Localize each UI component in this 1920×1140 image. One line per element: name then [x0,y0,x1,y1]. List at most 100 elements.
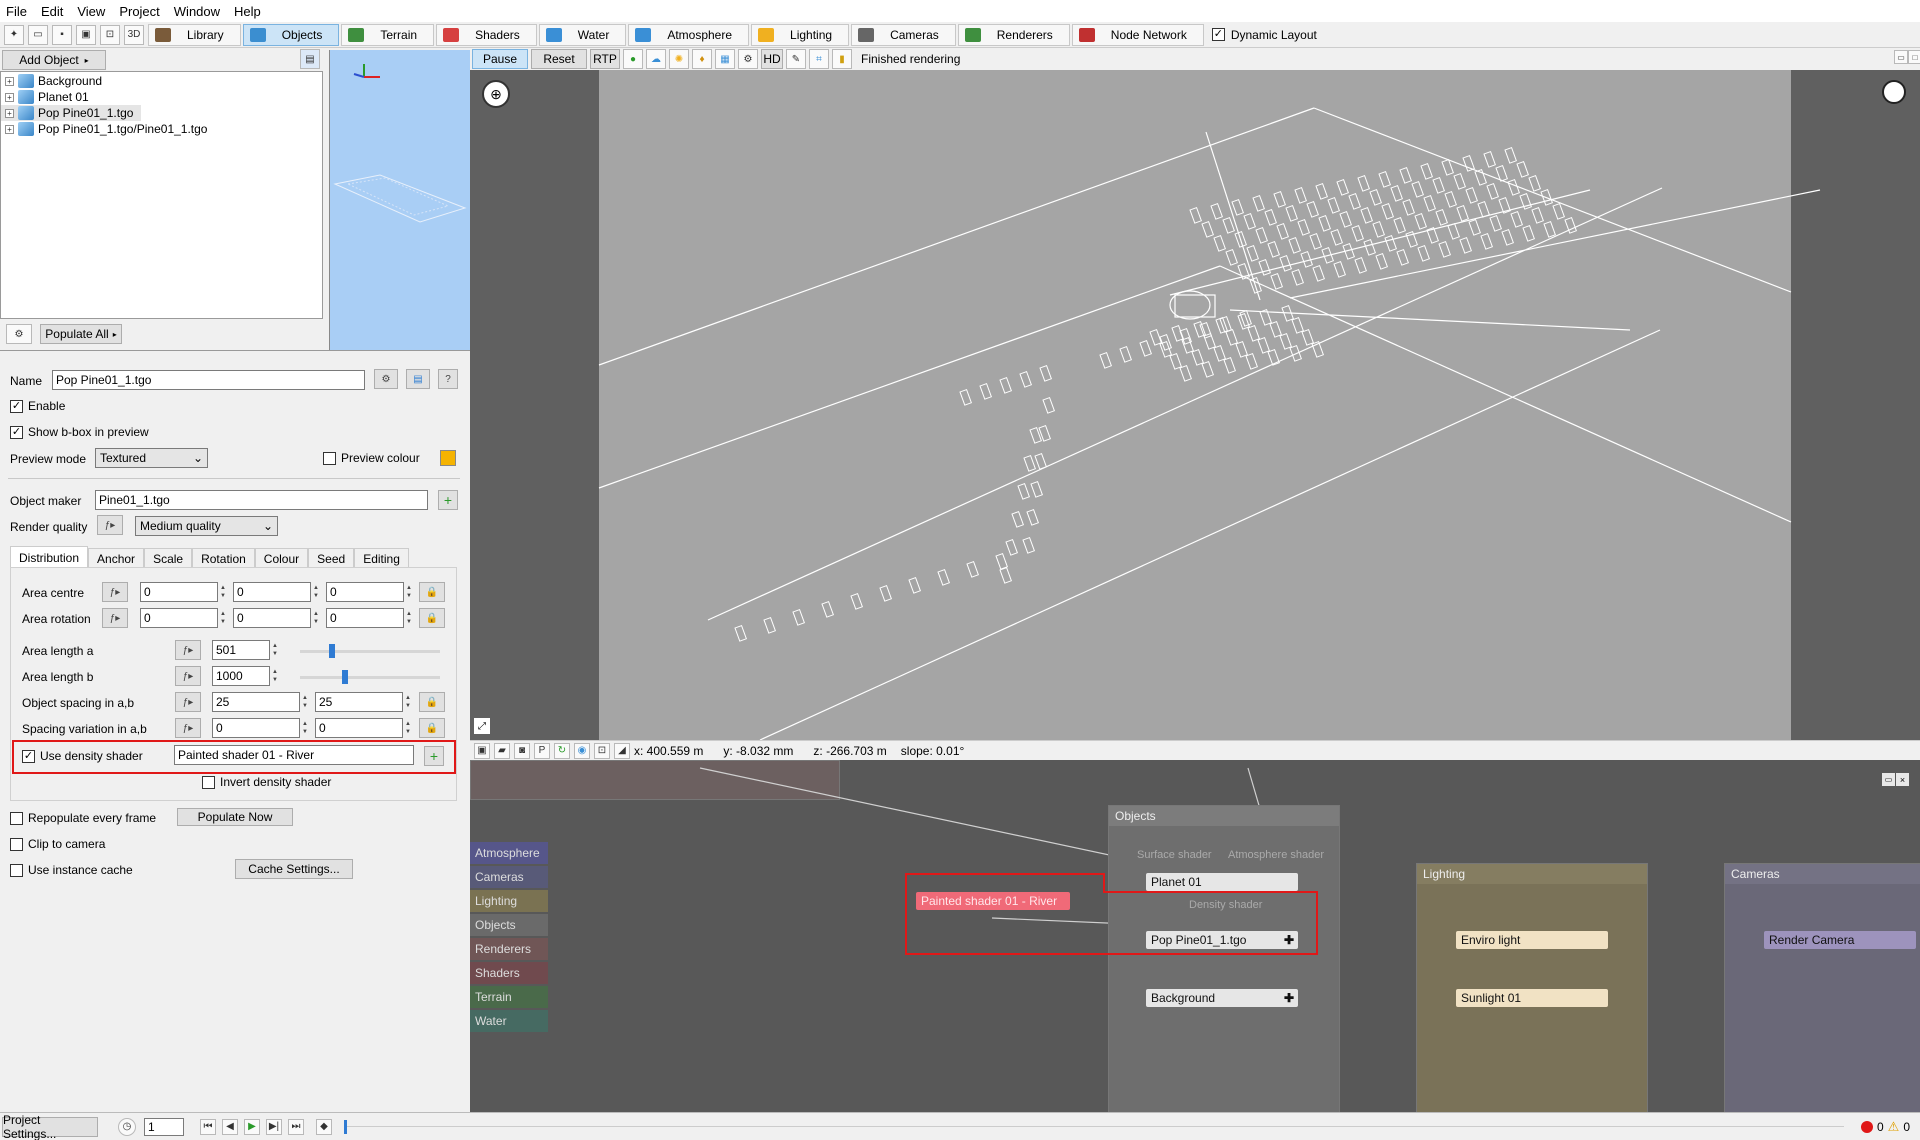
render-3d-icon[interactable]: 3D [124,24,144,45]
node-category-water[interactable]: Water [470,1010,548,1032]
tab-rotation[interactable]: Rotation [192,548,255,568]
function-icon[interactable]: ƒ▸ [102,582,128,602]
reset-button[interactable]: Reset [531,49,587,69]
save-project-icon[interactable]: ▪ [52,24,72,45]
mini-3d-preview[interactable] [329,50,470,350]
next-frame-icon[interactable]: ▶| [266,1118,282,1135]
pause-button[interactable]: Pause [472,49,528,69]
toolbar-tab-cameras[interactable]: Cameras [851,23,956,46]
new-project-icon[interactable]: ✦ [4,24,24,45]
lock-icon[interactable]: 🔒 [419,718,445,738]
area-length-a-slider[interactable] [300,650,440,653]
expand-icon[interactable]: ✚ [1284,991,1294,1005]
preview-colour-checkbox[interactable] [323,451,336,465]
function-icon[interactable]: ƒ▸ [102,608,128,628]
menu-edit[interactable]: Edit [41,4,63,19]
sun-gizmo-icon[interactable] [1882,80,1906,104]
node-category-renderers[interactable]: Renderers [470,938,548,960]
water-preview-icon[interactable]: ▦ [715,49,735,69]
dynamic-layout-checkbox[interactable]: ✓ [1211,28,1225,41]
function-icon[interactable]: ƒ▸ [175,640,201,660]
crop-icon[interactable]: ⌗ [809,49,829,69]
atmosphere-preview-icon[interactable]: ☁ [646,49,666,69]
invert-density-shader-checkbox[interactable] [202,775,215,789]
tree-item[interactable]: + Planet 01 [1,89,322,105]
area-rotation-z-field[interactable]: 0 [326,608,404,628]
cameras-group[interactable]: Cameras [1724,863,1920,1112]
area-length-a-slider-thumb[interactable] [329,644,335,658]
sunlight-node[interactable]: Sunlight 01 [1456,989,1608,1007]
panel-icon[interactable]: ▤ [406,369,430,389]
enviro-light-node[interactable]: Enviro light [1456,931,1608,949]
toolbar-tab-terrain[interactable]: Terrain [341,23,435,46]
spinner-icon[interactable]: ▲ ▼ [311,582,321,602]
spinner-icon[interactable]: ▲ ▼ [404,608,414,628]
toolbar-tab-shaders[interactable]: Shaders [436,23,537,46]
3d-viewport[interactable]: ⊕ ⤢ [470,70,1920,740]
node-category-objects[interactable]: Objects [470,914,548,936]
tab-seed[interactable]: Seed [308,548,355,568]
snapshot-icon[interactable]: ▣ [76,24,96,45]
area-length-b-field[interactable]: 1000 [212,666,270,686]
project-settings-button[interactable]: Project Settings... [2,1113,98,1140]
density-shader-field[interactable]: Painted shader 01 - River [174,745,414,765]
spinner-icon[interactable]: ▲ ▼ [270,666,280,686]
eye-icon[interactable]: ◉ [574,742,590,759]
timeline-thumb[interactable] [344,1119,347,1134]
toolbar-tab-library[interactable]: Library [148,23,241,46]
close-icon[interactable]: × [1896,773,1909,786]
object-spacing-a-field[interactable]: 25 [212,692,300,712]
render-quality-select[interactable]: Medium quality ⌄ [135,516,278,536]
area-rotation-x-field[interactable]: 0 [140,608,218,628]
expand-icon[interactable]: + [5,76,14,86]
spinner-icon[interactable]: ▲ ▼ [403,718,413,738]
settings-preview-icon[interactable]: ⚙ [738,49,758,69]
preview-colour-toggle[interactable]: Preview colour [323,451,420,465]
lock-icon[interactable]: 🔒 [419,692,445,712]
restore-icon[interactable]: ▭ [1894,50,1908,64]
expand-icon[interactable]: + [5,124,14,134]
use-instance-cache-checkbox[interactable] [10,863,23,877]
spinner-icon[interactable]: ▲ ▼ [270,640,280,660]
expand-icon[interactable]: + [5,92,14,102]
use-density-shader-checkbox[interactable]: ✓ [22,749,35,763]
repopulate-toggle[interactable]: Repopulate every frame [10,811,156,825]
spinner-icon[interactable]: ▲ ▼ [300,718,310,738]
landscape-icon[interactable]: ▰ [494,742,510,759]
spinner-icon[interactable]: ▲ ▼ [218,582,228,602]
enable-toggle[interactable]: ✓ Enable [10,399,65,413]
function-icon[interactable]: ƒ▸ [175,666,201,686]
keyframe-icon[interactable]: ◆ [316,1118,332,1135]
dynamic-layout-toggle[interactable]: ✓ Dynamic Layout [1206,24,1323,46]
name-field[interactable]: Pop Pine01_1.tgo [52,370,365,390]
bar-icon[interactable]: ▮ [832,49,852,69]
use-instance-cache-toggle[interactable]: Use instance cache [10,863,133,877]
area-length-b-slider[interactable] [300,676,440,679]
add-object-button[interactable]: Add Object ▸ [2,50,106,70]
gear-icon[interactable]: ⚙ [374,369,398,389]
area-centre-z-field[interactable]: 0 [326,582,404,602]
sun-preview-icon[interactable]: ✺ [669,49,689,69]
add-node-icon[interactable]: + [438,490,458,510]
render-camera-node[interactable]: Render Camera [1764,931,1916,949]
render-settings-icon[interactable]: ⊡ [100,24,120,45]
p-icon[interactable]: P [534,742,550,759]
populate-all-button[interactable]: Populate All ▸ [40,324,122,344]
node-network-view[interactable]: Atmosphere Cameras Lighting Objects Renderer… [470,760,1920,1112]
show-bbox-checkbox[interactable]: ✓ [10,425,23,439]
tab-anchor[interactable]: Anchor [88,548,145,568]
brush-icon[interactable]: ✎ [786,49,806,69]
expand-icon[interactable]: + [5,108,14,118]
area-centre-x-field[interactable]: 0 [140,582,218,602]
node-category-atmosphere[interactable]: Atmosphere [470,842,548,864]
clip-to-camera-toggle[interactable]: Clip to camera [10,837,105,851]
spacing-variation-a-field[interactable]: 0 [212,718,300,738]
frame-icon[interactable]: ⊡ [594,742,610,759]
prev-frame-icon[interactable]: ◀ [222,1118,238,1135]
help-icon[interactable]: ? [438,369,458,389]
use-density-shader-toggle[interactable]: ✓ Use density shader [22,749,143,763]
toolbar-tab-lighting[interactable]: Lighting [751,23,850,46]
slope-icon[interactable]: ◢ [614,742,630,759]
spinner-icon[interactable]: ▲ ▼ [218,608,228,628]
area-rotation-y-field[interactable]: 0 [233,608,311,628]
